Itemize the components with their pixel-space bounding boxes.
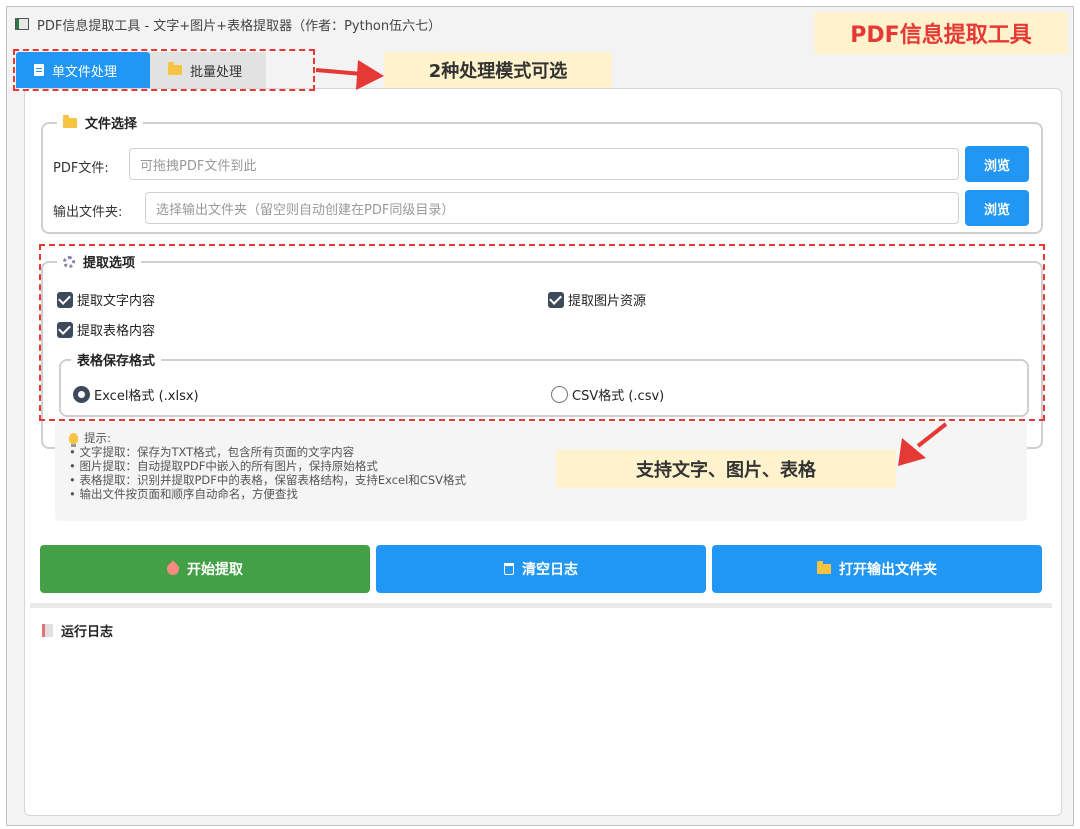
splitter-handle[interactable]	[30, 603, 1052, 608]
annotation-modes-note: 2种处理模式可选	[384, 52, 612, 88]
log-icon	[42, 624, 53, 637]
browse-output-button[interactable]: 浏览	[965, 190, 1029, 226]
folder-icon	[817, 561, 831, 574]
clear-log-label: 清空日志	[522, 562, 578, 578]
tip-line: • 输出文件按页面和顺序自动命名，方便查找	[69, 487, 298, 501]
app-icon	[15, 18, 29, 30]
log-section-title: 运行日志	[42, 621, 113, 640]
tips-title: 提示:	[69, 431, 1013, 447]
rocket-icon	[164, 560, 182, 578]
output-folder-input[interactable]: 选择输出文件夹（留空则自动创建在PDF同级目录）	[145, 192, 959, 224]
annotation-support-note: 支持文字、图片、表格	[556, 450, 896, 488]
lightbulb-icon	[69, 432, 78, 447]
pdf-file-placeholder: 可拖拽PDF文件到此	[140, 158, 257, 174]
clear-log-button[interactable]: 清空日志	[376, 545, 706, 593]
highlight-options	[39, 244, 1045, 421]
main-panel: 文件选择 PDF文件: 可拖拽PDF文件到此 浏览 输出文件夹: 选择输出文件夹…	[24, 88, 1062, 816]
annotation-app-title: PDF信息提取工具	[814, 12, 1068, 54]
output-folder-placeholder: 选择输出文件夹（留空则自动创建在PDF同级目录）	[156, 202, 455, 218]
file-select-title-text: 文件选择	[85, 117, 138, 132]
file-select-group: 文件选择 PDF文件: 可拖拽PDF文件到此 浏览 输出文件夹: 选择输出文件夹…	[41, 113, 1043, 234]
open-output-folder-button[interactable]: 打开输出文件夹	[712, 545, 1042, 593]
tips-title-text: 提示:	[84, 431, 111, 445]
start-extract-button[interactable]: 开始提取	[40, 545, 370, 593]
browse-pdf-button[interactable]: 浏览	[965, 146, 1029, 182]
file-select-title: 文件选择	[57, 113, 144, 132]
output-folder-label: 输出文件夹:	[53, 205, 123, 220]
log-title-text: 运行日志	[61, 625, 114, 640]
window-title: PDF信息提取工具 - 文字+图片+表格提取器（作者：Python伍六七）	[37, 18, 442, 34]
highlight-tabs	[13, 49, 315, 91]
trash-icon	[504, 563, 514, 575]
start-extract-label: 开始提取	[187, 562, 243, 578]
pdf-file-input[interactable]: 可拖拽PDF文件到此	[129, 148, 959, 180]
pdf-file-label: PDF文件:	[53, 161, 109, 176]
log-output-area[interactable]	[40, 645, 1046, 805]
folder-icon	[63, 114, 77, 128]
open-output-folder-label: 打开输出文件夹	[839, 562, 937, 578]
